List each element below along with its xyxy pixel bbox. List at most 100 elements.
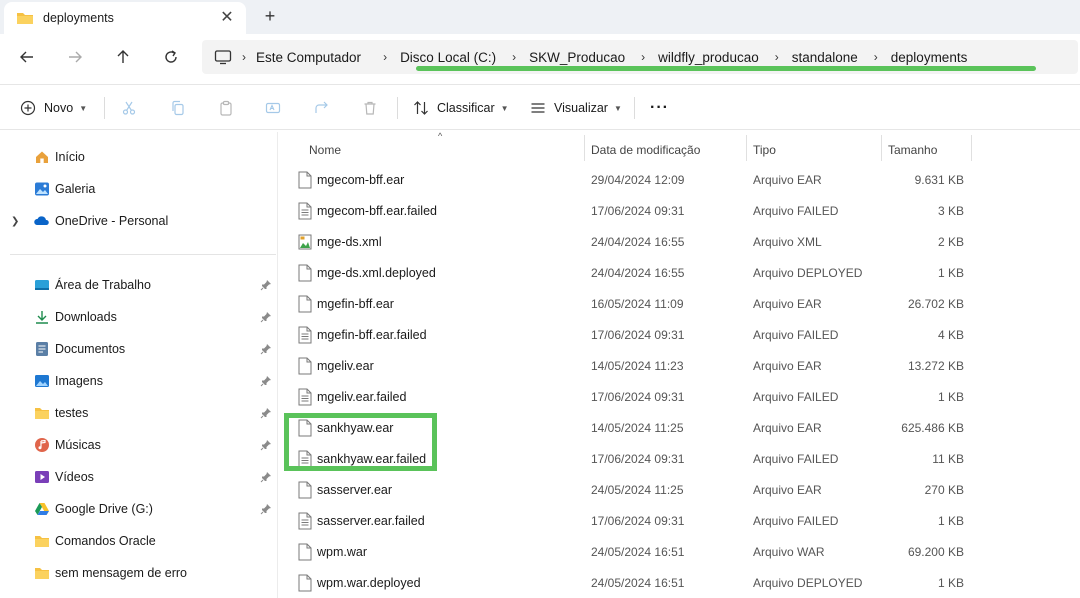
sidebar-item-galeria[interactable]: Galeria: [0, 175, 278, 203]
file-row[interactable]: mgeliv.ear 14/05/2024 11:23 Arquivo EAR 13.…: [280, 350, 1080, 381]
new-button[interactable]: Novo ▼: [20, 96, 87, 120]
file-icon: [298, 543, 312, 561]
sidebar-item-documentos[interactable]: Documentos: [0, 335, 278, 363]
share-icon: [315, 101, 328, 113]
pin-icon[interactable]: [260, 311, 272, 323]
column-divider[interactable]: [881, 135, 882, 161]
copy-button[interactable]: [170, 96, 186, 120]
back-button[interactable]: [14, 44, 40, 70]
pin-icon[interactable]: [260, 439, 272, 451]
up-button[interactable]: [110, 44, 136, 70]
breadcrumb-standalone[interactable]: standalone: [792, 50, 858, 65]
pin-icon[interactable]: [260, 503, 272, 515]
sidebar-item-label: Início: [55, 150, 85, 164]
sidebar-divider: [10, 254, 276, 255]
sidebar-item-imagens[interactable]: Imagens: [0, 367, 278, 395]
gallery-icon: [34, 181, 50, 197]
view-button-label: Visualizar: [554, 101, 608, 115]
breadcrumb-wildfly-producao[interactable]: wildfly_producao: [658, 50, 759, 65]
documents-icon: [34, 341, 50, 357]
breadcrumb-highlight: [416, 66, 1036, 71]
column-divider[interactable]: [971, 135, 972, 161]
file-date: 24/05/2024 11:25: [591, 483, 684, 497]
chevron-right-icon[interactable]: ❯: [11, 216, 19, 227]
folder-icon: [17, 13, 33, 24]
file-row[interactable]: mgeliv.ear.failed 17/06/2024 09:31 Arquivo…: [280, 381, 1080, 412]
navigation-bar: › Este Computador › Disco Local (C:) › S…: [0, 34, 1080, 80]
rename-button[interactable]: [265, 96, 281, 120]
google-drive-icon: [34, 501, 50, 517]
file-row[interactable]: mgefin-bff.ear 16/05/2024 11:09 Arquivo EA…: [280, 288, 1080, 319]
tab-deployments[interactable]: deployments ✕: [4, 2, 246, 34]
sidebar-item-google-drive[interactable]: Google Drive (G:): [0, 495, 278, 523]
file-icon: [298, 574, 312, 592]
column-header-name[interactable]: Nome: [309, 137, 341, 163]
pin-icon[interactable]: [260, 471, 272, 483]
view-button[interactable]: Visualizar ▼: [530, 96, 622, 120]
pin-icon[interactable]: [260, 407, 272, 419]
file-row[interactable]: mgecom-bff.ear.failed 17/06/2024 09:31 Arq…: [280, 195, 1080, 226]
refresh-button[interactable]: [158, 44, 184, 70]
file-row[interactable]: wpm.war.deployed 24/05/2024 16:51 Arquivo …: [280, 567, 1080, 598]
file-row[interactable]: sasserver.ear.failed 17/06/2024 09:31 Arqu…: [280, 505, 1080, 536]
file-size: 4 KB: [937, 328, 964, 342]
file-size: 26.702 KB: [907, 297, 964, 311]
breadcrumb-deployments[interactable]: deployments: [891, 50, 968, 65]
sidebar-item-comandos-oracle[interactable]: Comandos Oracle: [0, 527, 278, 555]
file-row[interactable]: mge-ds.xml 24/04/2024 16:55 Arquivo XML 2 K…: [280, 226, 1080, 257]
cut-button[interactable]: [121, 96, 137, 120]
close-icon[interactable]: ✕: [218, 9, 236, 27]
sidebar-item-sem-mensagem-de-erro[interactable]: sem mensagem de erro: [0, 559, 278, 587]
pin-icon[interactable]: [260, 279, 272, 291]
column-header-size[interactable]: Tamanho: [888, 137, 937, 163]
column-header-date[interactable]: Data de modificação: [591, 137, 700, 163]
file-list: ^ Nome Data de modificação Tipo Tamanho …: [280, 131, 1080, 598]
list-view-icon: [531, 103, 545, 113]
more-options-button[interactable]: ···: [650, 96, 669, 120]
folder-icon: [34, 565, 50, 581]
breadcrumb-skw-producao[interactable]: SKW_Producao: [529, 50, 625, 65]
chevron-down-icon: ▼: [79, 103, 88, 113]
folder-icon: [34, 405, 50, 421]
file-size: 1 KB: [937, 390, 964, 404]
file-row[interactable]: sasserver.ear 24/05/2024 11:25 Arquivo EAR…: [280, 474, 1080, 505]
sort-icon: [414, 101, 428, 115]
column-header-type[interactable]: Tipo: [753, 137, 776, 163]
videos-icon: [34, 469, 50, 485]
column-divider[interactable]: [746, 135, 747, 161]
sidebar-item-videos[interactable]: Vídeos: [0, 463, 278, 491]
file-type: Arquivo FAILED: [753, 452, 839, 466]
copy-icon: [172, 100, 184, 116]
sidebar-item-inicio[interactable]: Início: [0, 143, 278, 171]
delete-button[interactable]: [362, 96, 378, 120]
refresh-icon: [165, 50, 177, 63]
file-row[interactable]: mge-ds.xml.deployed 24/04/2024 16:55 Arqui…: [280, 257, 1080, 288]
file-size: 13.272 KB: [907, 359, 964, 373]
chevron-right-icon: ›: [873, 50, 878, 64]
file-name: mge-ds.xml: [317, 235, 382, 249]
file-row[interactable]: mgecom-bff.ear 29/04/2024 12:09 Arquivo EA…: [280, 164, 1080, 195]
column-divider[interactable]: [584, 135, 585, 161]
share-button[interactable]: [314, 96, 330, 120]
sort-button[interactable]: Classificar ▼: [413, 96, 509, 120]
sidebar-item-onedrive[interactable]: ❯ OneDrive - Personal: [0, 207, 278, 235]
sidebar-item-downloads[interactable]: Downloads: [0, 303, 278, 331]
file-type: Arquivo WAR: [753, 545, 825, 559]
forward-button[interactable]: [62, 44, 88, 70]
file-date: 29/04/2024 12:09: [591, 173, 685, 187]
new-tab-button[interactable]: +: [260, 6, 280, 26]
sidebar-item-area-de-trabalho[interactable]: Área de Trabalho: [0, 271, 278, 299]
file-row[interactable]: mgefin-bff.ear.failed 17/06/2024 09:31 Arq…: [280, 319, 1080, 350]
breadcrumb-este-computador[interactable]: Este Computador: [256, 50, 361, 65]
sidebar-item-musicas[interactable]: Músicas: [0, 431, 278, 459]
file-icon: [298, 171, 312, 189]
paste-button[interactable]: [218, 96, 234, 120]
file-type: Arquivo XML: [753, 235, 822, 249]
file-type: Arquivo EAR: [753, 421, 822, 435]
sidebar-item-testes[interactable]: testes: [0, 399, 278, 427]
pin-icon[interactable]: [260, 343, 272, 355]
breadcrumb-disco-local[interactable]: Disco Local (C:): [400, 50, 496, 65]
file-row[interactable]: wpm.war 24/05/2024 16:51 Arquivo WAR 69.200…: [280, 536, 1080, 567]
pin-icon[interactable]: [260, 375, 272, 387]
file-name: mgefin-bff.ear.failed: [317, 328, 427, 342]
